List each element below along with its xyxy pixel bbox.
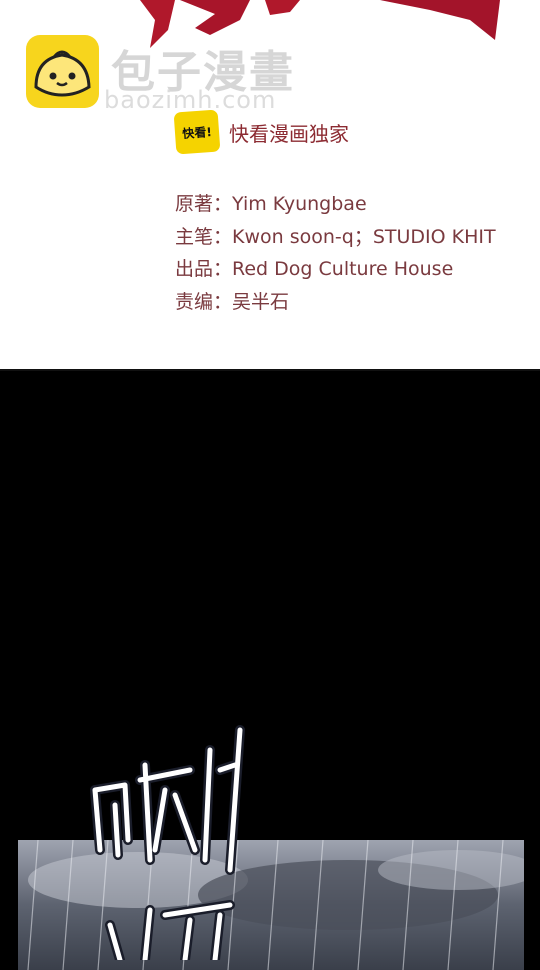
credit-row-author: 原著：Yim Kyungbae [175, 190, 496, 223]
publisher-line: 快看! 快看漫画独家 [173, 109, 349, 155]
credit-value: Red Dog Culture House [232, 258, 454, 280]
credit-row-producer: 出品：Red Dog Culture House [175, 255, 496, 288]
credit-value: Kwon soon-q；STUDIO KHIT [232, 225, 496, 248]
credit-row-editor: 责编：吴半石 [175, 288, 496, 321]
credits-list: 原著：Yim Kyungbae 主笔：Kwon soon-q；STUDIO KH… [175, 190, 496, 320]
watermark-logo-icon [26, 35, 99, 108]
watermark-site-url: baozimh.com [104, 86, 277, 114]
credit-label: 原著： [175, 193, 233, 215]
credit-label: 主笔： [175, 225, 233, 248]
publisher-name: 快看漫画独家 [229, 121, 349, 146]
credit-row-artist: 主笔：Kwon soon-q；STUDIO KHIT [175, 223, 496, 256]
credit-label: 责编： [175, 290, 233, 313]
credit-label: 出品： [175, 258, 233, 280]
publisher-badge: 快看! [173, 109, 221, 155]
sound-effect-lettering [90, 725, 245, 960]
credit-value: Yim Kyungbae [232, 193, 367, 215]
credits-page: 包子漫畫 baozimh.com 快看! 快看漫画独家 原著：Yim Kyung… [0, 0, 540, 370]
credit-value: 吴半石 [232, 290, 290, 313]
